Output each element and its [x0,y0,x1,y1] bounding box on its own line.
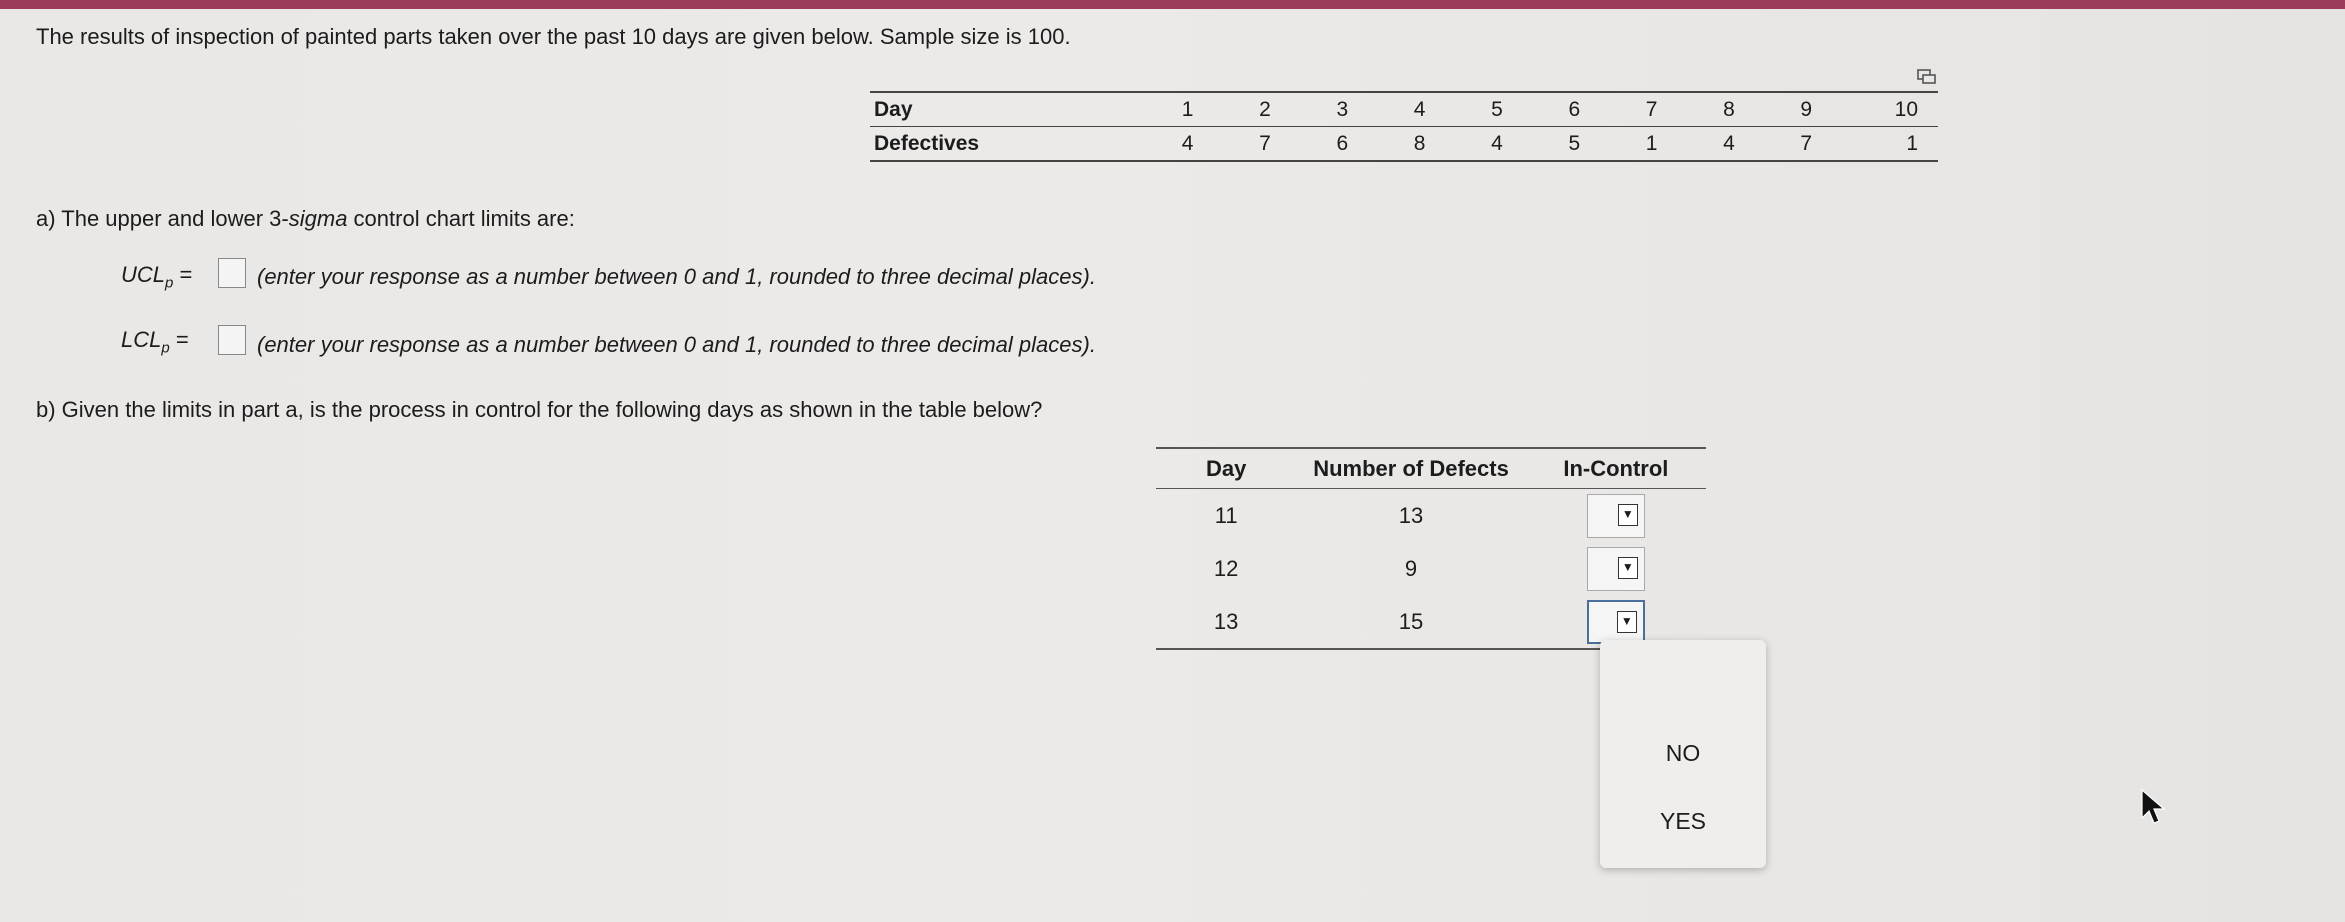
defectives-cell: 6 [1290,126,1369,162]
day-cell: 11 [1214,502,1238,528]
day-row: Day 1 2 3 4 5 6 7 8 9 10 [870,91,1938,127]
part-a-prompt-pre: a) The upper and lower 3- [36,206,289,231]
day-cell: 8 [1677,91,1755,127]
part-a-prompt: a) The upper and lower 3-sigma control c… [36,206,575,232]
part-a-prompt-post: control chart limits are: [347,206,575,231]
in-control-dropdown-menu: NO YES [1600,640,1766,868]
lcl-label: LCLp = [121,327,189,356]
in-control-select-active[interactable]: ▼ [1586,599,1645,644]
in-control-header: Day Number of Defects In-Control [1156,447,1706,489]
dropdown-option-yes[interactable]: YES [1600,808,1766,835]
defects-cell: 15 [1296,595,1526,650]
header-defects: Number of Defects [1296,447,1526,489]
lcl-text: LCL [121,327,162,352]
table-row: 12 9 ▼ [1156,542,1706,595]
dropdown-arrow-icon[interactable]: ▼ [1617,556,1638,579]
table-row: 11 13 ▼ [1156,489,1706,543]
defectives-cell: 4 [1445,126,1523,162]
in-control-table: Day Number of Defects In-Control 11 13 ▼… [1156,447,1706,650]
defects-cell: 13 [1398,502,1424,528]
day-cell: 1 [1136,91,1214,127]
ucl-equals: = [179,262,193,287]
mouse-pointer-icon [2141,788,2166,824]
lcl-answer-input[interactable] [218,325,246,355]
ucl-text: UCL [121,262,166,287]
defectives-cell: 8 [1368,126,1446,162]
defectives-cell: 7 [1213,126,1291,162]
part-a-prompt-italic: sigma [288,206,348,231]
day-cell: 3 [1290,91,1369,127]
top-accent-bar [0,0,2345,9]
ucl-answer-input[interactable] [218,258,246,288]
defectives-cell: 5 [1522,126,1601,162]
defectives-cell: 7 [1754,126,1833,162]
header-in-control: In-Control [1525,447,1706,489]
dropdown-arrow-icon[interactable]: ▼ [1617,503,1638,526]
ucl-label: UCLp = [121,262,192,291]
day-cell: 7 [1600,91,1678,127]
ucl-instruction: (enter your response as a number between… [257,264,1096,289]
part-b-prompt: b) Given the limits in part a, is the pr… [36,397,1043,422]
lcl-instruction: (enter your response as a number between… [257,332,1096,357]
ucl-subscript: p [165,274,174,292]
in-control-select[interactable]: ▼ [1586,546,1645,591]
header-day: Day [1156,447,1297,489]
defectives-row: Defectives 4 7 6 8 4 5 1 4 7 1 [870,126,1938,162]
copy-icon[interactable] [1917,69,1937,85]
day-cell: 12 [1213,555,1239,581]
defectives-cell: 4 [1136,126,1214,162]
day-cell: 2 [1213,91,1291,127]
in-control-select[interactable]: ▼ [1586,493,1645,538]
day-cell: 9 [1754,91,1833,127]
defectives-cell: 1 [1832,126,1938,162]
lcl-subscript: p [161,339,170,357]
dropdown-option-no[interactable]: NO [1600,740,1766,767]
dropdown-arrow-icon[interactable]: ▼ [1616,610,1637,633]
defectives-cell: 1 [1600,126,1678,162]
day-cell: 5 [1445,91,1523,127]
lcl-equals: = [175,327,189,352]
row-label-day: Day [870,91,1137,127]
defectives-cell: 4 [1677,126,1755,162]
day-cell: 6 [1522,91,1601,127]
day-cell: 10 [1832,91,1938,127]
problem-intro: The results of inspection of painted par… [36,24,1071,49]
day-cell: 13 [1156,595,1297,650]
day-cell: 4 [1368,91,1446,127]
row-label-defectives: Defectives [870,126,1137,162]
defects-cell: 9 [1404,555,1418,581]
defectives-table: Day 1 2 3 4 5 6 7 8 9 10 Defectives 4 7 … [870,91,1938,162]
